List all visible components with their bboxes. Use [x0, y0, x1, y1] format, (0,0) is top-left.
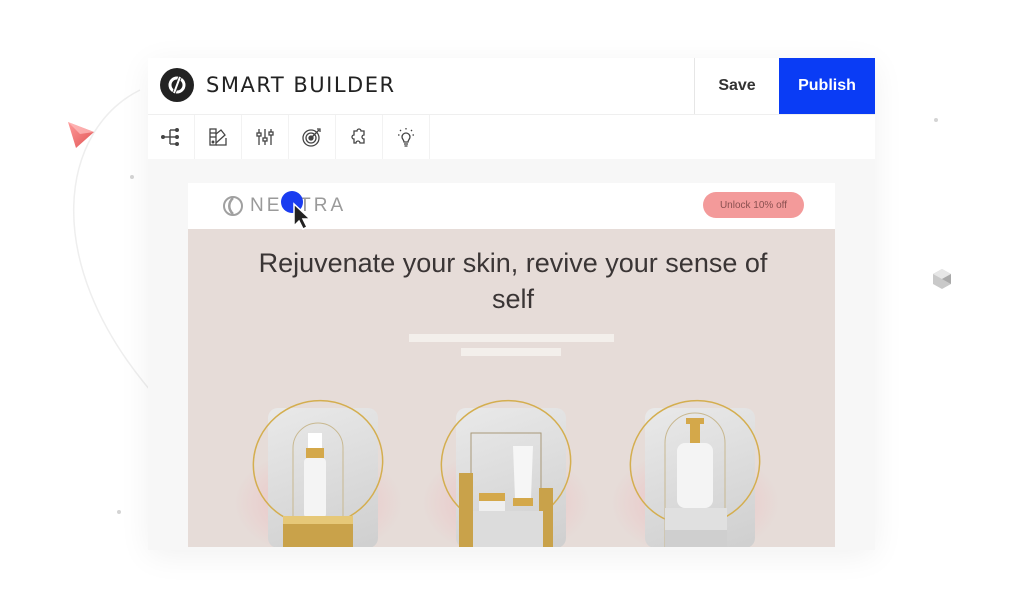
silver-gem-decoration-icon	[930, 267, 954, 296]
palette-icon	[209, 128, 227, 146]
sliders-icon	[256, 129, 274, 145]
product-image-serum[interactable]	[233, 388, 403, 547]
save-button[interactable]: Save	[694, 58, 779, 114]
decor-dot	[934, 118, 938, 122]
lightbulb-icon	[398, 128, 414, 147]
mouse-cursor	[280, 190, 314, 235]
red-cone-decoration-icon	[66, 120, 98, 155]
brand: SMART BUILDER	[160, 68, 396, 102]
subheadline-placeholder	[409, 334, 614, 342]
builder-window: SMART BUILDER Save Publish Unlock 10% of…	[148, 58, 875, 550]
product-image-lotion[interactable]	[610, 388, 780, 547]
publish-button[interactable]: Publish	[779, 58, 875, 114]
neutra-logo-icon	[223, 196, 243, 216]
decor-dot	[117, 510, 121, 514]
product-illustration	[440, 399, 572, 547]
top-bar: SMART BUILDER Save Publish	[148, 58, 875, 115]
brand-name: SMART BUILDER	[206, 73, 396, 97]
tool-styles[interactable]	[195, 115, 242, 159]
hero-headline[interactable]: Rejuvenate your skin, revive your sense …	[248, 245, 778, 317]
product-image-cream[interactable]	[421, 388, 591, 547]
tool-integrations[interactable]	[336, 115, 383, 159]
toolbar	[148, 115, 875, 159]
landing-page-preview[interactable]: NEUTRA Unlock 10% off Rejuvenate your sk…	[188, 183, 835, 547]
unbounce-logo-icon	[160, 68, 194, 102]
unlock-offer-button[interactable]: Unlock 10% off	[703, 192, 804, 218]
product-illustration	[629, 399, 761, 547]
tool-page-structure[interactable]	[148, 115, 195, 159]
puzzle-icon	[351, 128, 365, 144]
target-icon	[302, 128, 321, 147]
subheadline-placeholder	[461, 348, 561, 356]
tool-goals[interactable]	[289, 115, 336, 159]
tool-insights[interactable]	[383, 115, 430, 159]
product-illustration	[252, 399, 384, 547]
tree-icon	[161, 128, 179, 147]
decor-dot	[130, 175, 134, 179]
tool-settings[interactable]	[242, 115, 289, 159]
